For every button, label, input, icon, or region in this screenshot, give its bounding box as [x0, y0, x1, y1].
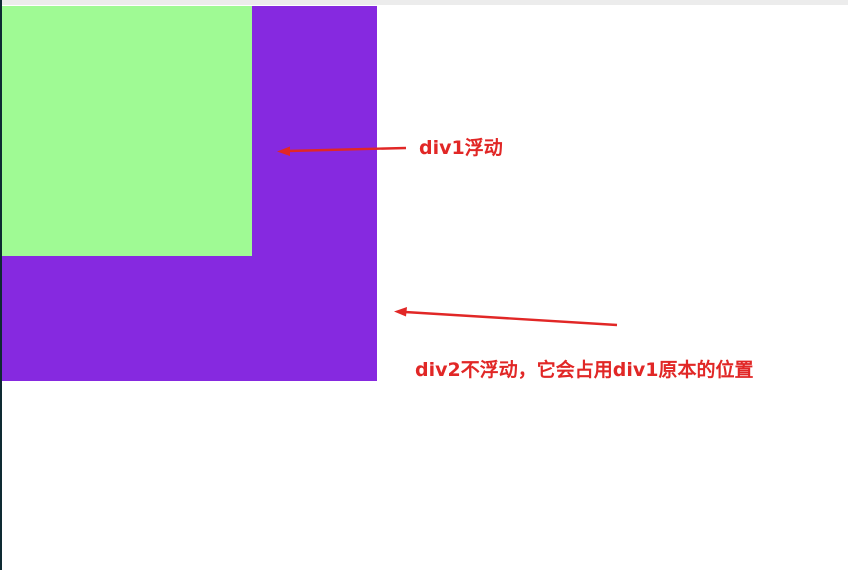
- top-border: [0, 0, 848, 5]
- div1-box: [2, 6, 252, 256]
- canvas: div1浮动 div2不浮动，它会占用div1原本的位置: [0, 0, 848, 570]
- div2-annotation: div2不浮动，它会占用div1原本的位置: [415, 359, 754, 381]
- div1-annotation: div1浮动: [419, 137, 503, 159]
- div2-arrow: [394, 307, 618, 327]
